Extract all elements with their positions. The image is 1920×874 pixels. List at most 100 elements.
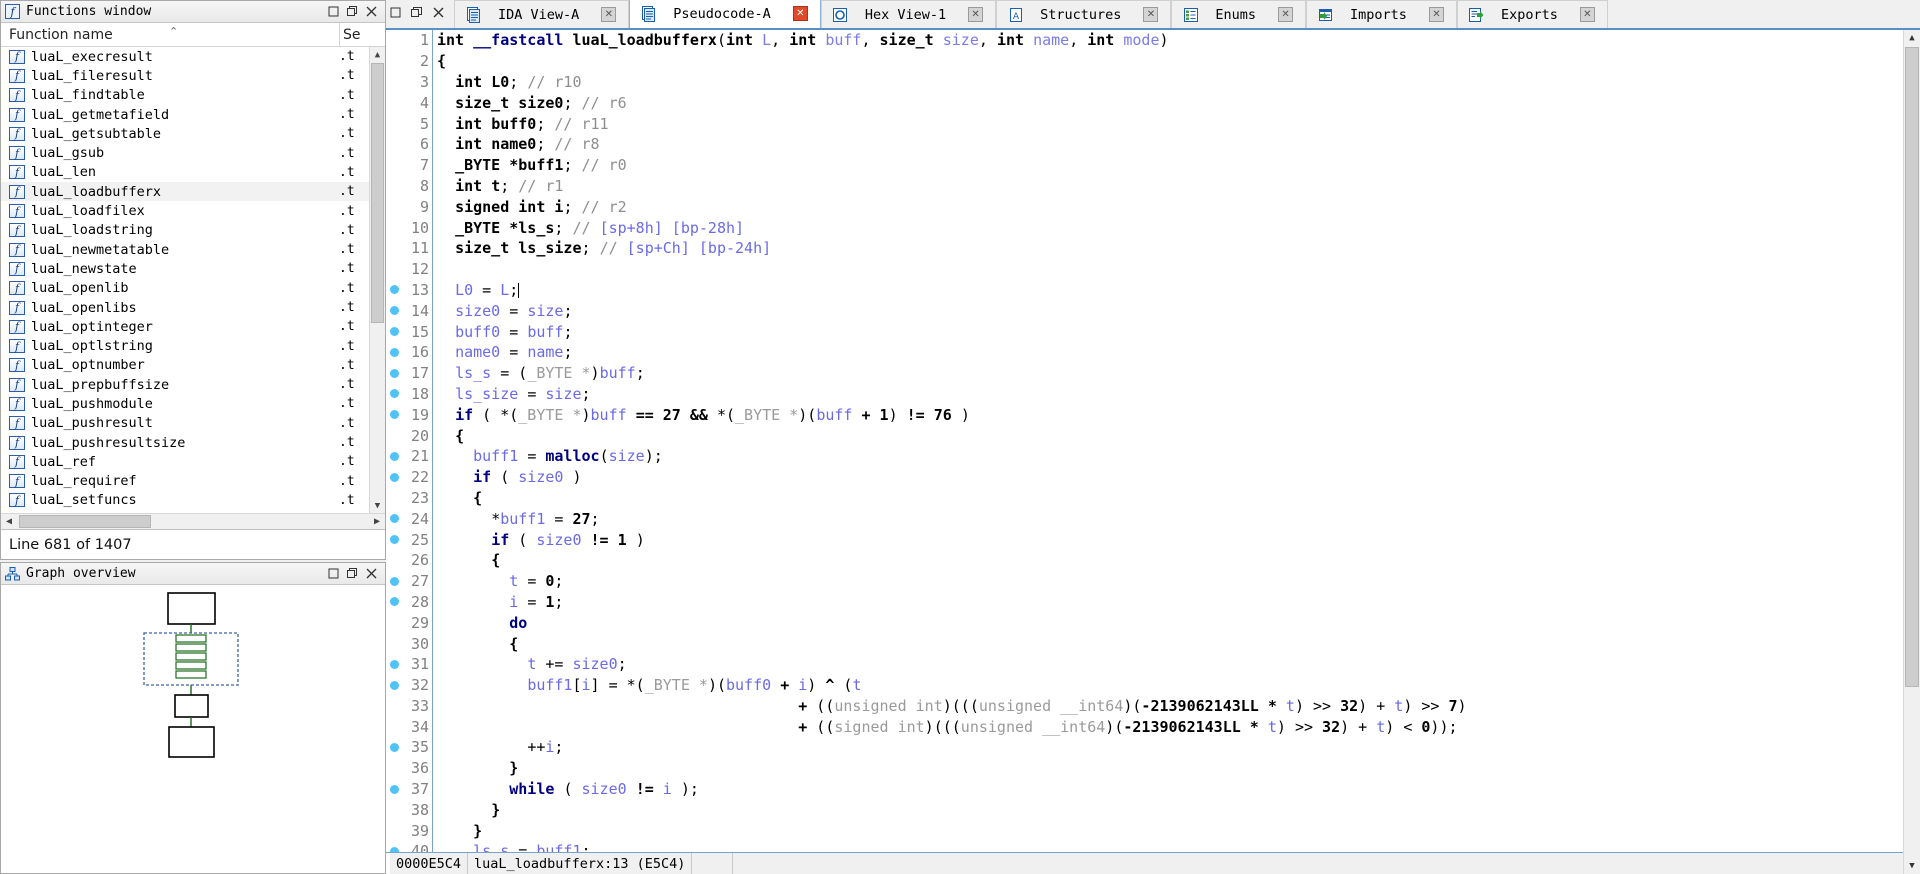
function-list-item[interactable]: fluaL_setfuncs.t xyxy=(1,491,369,510)
code-line[interactable]: 24 *buff1 = 27; xyxy=(386,508,1903,529)
tab-close-icon[interactable]: ✕ xyxy=(1278,7,1293,22)
code-line[interactable]: 34 + ((signed int)(((unsigned __int64)(-… xyxy=(386,716,1903,737)
breakpoint-marker-icon[interactable] xyxy=(386,785,402,794)
restore-icon[interactable] xyxy=(346,5,359,18)
code-line[interactable]: 1int __fastcall luaL_loadbufferx(int L, … xyxy=(386,30,1903,51)
code-vertical-scrollbar[interactable]: ▲ ▼ xyxy=(1903,30,1920,874)
breakpoint-marker-icon[interactable] xyxy=(386,327,402,336)
code-line[interactable]: 33 + ((unsigned int)(((unsigned __int64)… xyxy=(386,696,1903,717)
code-line[interactable]: 9 signed int i; // r2 xyxy=(386,196,1903,217)
function-list-item[interactable]: fluaL_requiref.t xyxy=(1,472,369,491)
close-icon[interactable] xyxy=(433,6,444,22)
minimize-icon[interactable] xyxy=(390,6,401,22)
function-list-item[interactable]: fluaL_getsubtable.t xyxy=(1,124,369,143)
code-line[interactable]: 35 ++i; xyxy=(386,737,1903,758)
function-list-item[interactable]: fluaL_getmetafield.t xyxy=(1,105,369,124)
tab-close-icon[interactable]: ✕ xyxy=(793,6,808,21)
code-line[interactable]: 39 } xyxy=(386,820,1903,841)
function-list-item[interactable]: fluaL_optlstring.t xyxy=(1,336,369,355)
code-line[interactable]: 32 buff1[i] = *(_BYTE *)(buff0 + i) ^ (t xyxy=(386,675,1903,696)
tab-close-icon[interactable]: ✕ xyxy=(1580,7,1595,22)
scroll-up-icon[interactable]: ▲ xyxy=(1904,30,1920,46)
restore-icon[interactable] xyxy=(346,567,359,580)
breakpoint-marker-icon[interactable] xyxy=(386,348,402,357)
tab-enums[interactable]: Enums✕ xyxy=(1171,0,1306,28)
tab-close-icon[interactable]: ✕ xyxy=(1143,7,1158,22)
code-line[interactable]: 25 if ( size0 != 1 ) xyxy=(386,529,1903,550)
function-list-item[interactable]: fluaL_ref.t xyxy=(1,452,369,471)
code-scrollbar-thumb[interactable] xyxy=(1905,47,1919,687)
code-line[interactable]: 26 { xyxy=(386,550,1903,571)
breakpoint-marker-icon[interactable] xyxy=(386,743,402,752)
breakpoint-marker-icon[interactable] xyxy=(386,452,402,461)
code-line[interactable]: 36 } xyxy=(386,758,1903,779)
tab-ida-view-a[interactable]: IDA View-A✕ xyxy=(454,0,629,28)
scroll-right-icon[interactable]: ▶ xyxy=(369,514,385,529)
minimize-icon[interactable] xyxy=(327,5,340,18)
column-header-segment[interactable]: Se xyxy=(339,23,369,46)
breakpoint-marker-icon[interactable] xyxy=(386,306,402,315)
function-list-item[interactable]: fluaL_prepbuffsize.t xyxy=(1,375,369,394)
breakpoint-marker-icon[interactable] xyxy=(386,514,402,523)
code-line[interactable]: 19 if ( *(_BYTE *)buff == 27 && *(_BYTE … xyxy=(386,404,1903,425)
breakpoint-marker-icon[interactable] xyxy=(386,681,402,690)
scroll-up-icon[interactable]: ▲ xyxy=(370,47,385,62)
code-line[interactable]: 16 name0 = name; xyxy=(386,342,1903,363)
tab-hex-view-1[interactable]: Hex View-1✕ xyxy=(821,0,996,28)
functions-list-vertical-scrollbar[interactable]: ▲ ▼ xyxy=(369,47,385,513)
code-line[interactable]: 40 ls_s = buff1; xyxy=(386,841,1903,852)
restore-icon[interactable] xyxy=(411,6,423,22)
function-list-item[interactable]: fluaL_gsub.t xyxy=(1,143,369,162)
code-line[interactable]: 15 buff0 = buff; xyxy=(386,321,1903,342)
code-line[interactable]: 18 ls_size = size; xyxy=(386,384,1903,405)
scrollbar-thumb[interactable] xyxy=(371,63,384,323)
code-line[interactable]: 23 { xyxy=(386,488,1903,509)
view-tabbar[interactable]: IDA View-A✕Pseudocode-A✕Hex View-1✕AStru… xyxy=(386,0,1920,30)
close-icon[interactable] xyxy=(365,5,378,18)
function-list-item[interactable]: fluaL_newmetatable.t xyxy=(1,240,369,259)
code-line[interactable]: 37 while ( size0 != i ); xyxy=(386,779,1903,800)
code-line[interactable]: 5 int buff0; // r11 xyxy=(386,113,1903,134)
breakpoint-marker-icon[interactable] xyxy=(386,577,402,586)
function-list-item[interactable]: fluaL_loadbufferx.t xyxy=(1,182,369,201)
breakpoint-marker-icon[interactable] xyxy=(386,473,402,482)
close-icon[interactable] xyxy=(365,567,378,580)
code-line[interactable]: 4 size_t size0; // r6 xyxy=(386,92,1903,113)
scroll-down-icon[interactable]: ▼ xyxy=(1904,858,1920,874)
code-line[interactable]: 21 buff1 = malloc(size); xyxy=(386,446,1903,467)
tab-close-icon[interactable]: ✕ xyxy=(968,7,983,22)
function-list-item[interactable]: fluaL_fileresult.t xyxy=(1,66,369,85)
tab-imports[interactable]: Imports✕ xyxy=(1306,0,1457,28)
function-list-item[interactable]: fluaL_optinteger.t xyxy=(1,317,369,336)
function-list-item[interactable]: fluaL_newstate.t xyxy=(1,259,369,278)
breakpoint-marker-icon[interactable] xyxy=(386,597,402,606)
functions-list-horizontal-scrollbar[interactable]: ◀ ▶ xyxy=(1,513,385,529)
hscrollbar-thumb[interactable] xyxy=(19,515,151,528)
code-line[interactable]: 28 i = 1; xyxy=(386,592,1903,613)
function-list-item[interactable]: fluaL_openlib.t xyxy=(1,279,369,298)
graph-overview-body[interactable] xyxy=(1,585,385,873)
code-line[interactable]: 27 t = 0; xyxy=(386,571,1903,592)
breakpoint-marker-icon[interactable] xyxy=(386,410,402,419)
code-scroll-region[interactable]: 1int __fastcall luaL_loadbufferx(int L, … xyxy=(386,30,1903,852)
code-line[interactable]: 14 size0 = size; xyxy=(386,300,1903,321)
code-line[interactable]: 22 if ( size0 ) xyxy=(386,467,1903,488)
code-line[interactable]: 2{ xyxy=(386,51,1903,72)
function-list-item[interactable]: fluaL_findtable.t xyxy=(1,86,369,105)
tab-close-icon[interactable]: ✕ xyxy=(1429,7,1444,22)
function-list-item[interactable]: fluaL_optnumber.t xyxy=(1,356,369,375)
breakpoint-marker-icon[interactable] xyxy=(386,389,402,398)
tab-close-icon[interactable]: ✕ xyxy=(601,7,616,22)
code-line[interactable]: 8 int t; // r1 xyxy=(386,176,1903,197)
breakpoint-marker-icon[interactable] xyxy=(386,660,402,669)
function-list-item[interactable]: fluaL_pushmodule.t xyxy=(1,394,369,413)
code-line[interactable]: 29 do xyxy=(386,612,1903,633)
tab-exports[interactable]: Exports✕ xyxy=(1457,0,1608,28)
code-line[interactable]: 38 } xyxy=(386,799,1903,820)
code-line[interactable]: 12 xyxy=(386,259,1903,280)
function-list-item[interactable]: fluaL_loadfilex.t xyxy=(1,201,369,220)
tab-structures[interactable]: AStructures✕ xyxy=(996,0,1171,28)
function-list-item[interactable]: fluaL_execresult.t xyxy=(1,47,369,66)
breakpoint-marker-icon[interactable] xyxy=(386,847,402,852)
code-line[interactable]: 3 int L0; // r10 xyxy=(386,72,1903,93)
